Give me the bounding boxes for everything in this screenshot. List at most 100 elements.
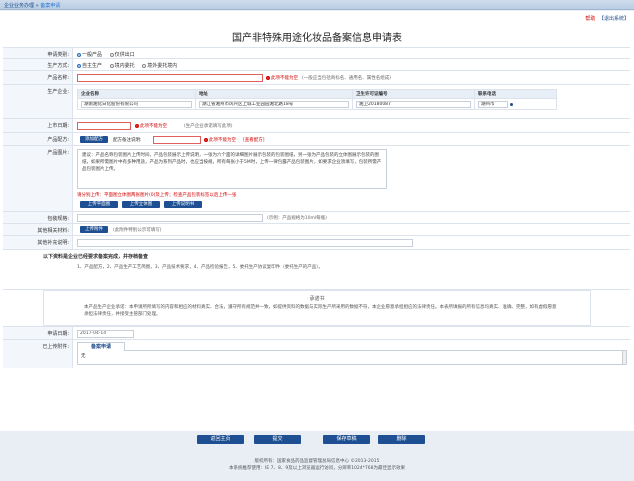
breadcrumb: 企业业务办理 » 备案申请 [4, 2, 60, 9]
submit-button[interactable]: 提交 [254, 435, 301, 444]
packaging-red-tip: 请分别上传：平面图立体图两张图片(0)及上传；检查产品包装标签以后上传一张 [77, 193, 237, 198]
dot-icon [510, 102, 513, 106]
row-apply-type: 申请类别: 一般产品 仅供出口 [3, 48, 630, 59]
spec-input[interactable] [77, 214, 263, 222]
spec-label: 包装规格: [47, 216, 69, 222]
company-name-cell[interactable]: 湖南湘化日化股份有限公司 [81, 100, 192, 108]
launch-date-hint: (生产企业承诺填写此项) [184, 124, 233, 129]
row-production: 生产方式: 自主生产 境内委托 境外委托境内 [3, 59, 630, 71]
apply-date-input[interactable]: 2017-04-14 [77, 330, 134, 338]
required-docs-heading: 以下资料是企业已经要求备案完成，并存档备查 [43, 254, 149, 260]
license-cell[interactable]: 湘卫20180087 [356, 100, 471, 108]
back-home-button[interactable]: 返回主页 [197, 435, 244, 444]
row-other-note: 其他补充说明: [3, 236, 630, 250]
promise-box: 承诺书 本产品生产企业承诺：本申请所所填写的内容和相应的材料真实、合法，遵守所有… [43, 290, 591, 326]
production-option-overseas[interactable]: 境外委托境内 [142, 62, 177, 69]
tab-filing-application[interactable]: 备案申请 [77, 342, 125, 351]
upload-flat-image-button[interactable]: 上传平面图 [80, 201, 118, 208]
row-promise: 承诺书 本产品生产企业承诺：本申请所所填写的内容和相应的材料真实、合法，遵守所有… [3, 290, 630, 327]
row-other-material: 其他相关材料: 上传附件 (此附件特别公示可填写) [3, 224, 630, 236]
row-manufacturer: 生产企业: 企业名称 地址 卫生许可证编号 联系电话 湖南湘化日化股份有限公司 … [3, 85, 630, 119]
upload-attachment-button[interactable]: 上传附件 [80, 226, 108, 233]
promise-body: 本产品生产企业承诺：本申请所所填写的内容和相应的材料真实、合法，遵守所有规范并一… [84, 305, 557, 317]
row-apply-date: 申请日期: 2017-04-14 [3, 327, 630, 340]
address-cell[interactable]: 湖江省湘州市风兴区上城工业园园湘北路18号 [199, 100, 349, 108]
required-docs-items: 1、产品配方，2、产品生产工艺简图，3、产品技术要求，4、产品检验报告，5、委托… [77, 265, 324, 270]
row-spec: 包装规格: (示例：产品规格为10ml每瓶) [3, 212, 630, 224]
apply-date-label: 申请日期: [47, 331, 69, 337]
radio-icon[interactable] [109, 52, 114, 57]
row-launch-date: 上市日期: ! 此项不能为空 (生产企业承诺填写此项) [3, 119, 630, 133]
apply-type-option-export[interactable]: 仅供出口 [109, 51, 135, 58]
launch-date-error: ! 此项不能为空 [135, 123, 167, 129]
error-icon: ! [204, 137, 208, 142]
other-note-input[interactable] [77, 239, 413, 247]
formula-error: ! 此项不能为空 [204, 137, 236, 143]
other-material-hint: (此附件特别公示可填写) [113, 228, 162, 233]
radio-selected-icon[interactable] [77, 63, 81, 68]
footer-browser-note: 本系统推荐使用：IE 7、8、9及以上浏览器运行访问，分辨率1024*768为最… [229, 466, 405, 471]
manufacturer-table: 企业名称 地址 卫生许可证编号 联系电话 湖南湘化日化股份有限公司 湖江省湘州市… [77, 89, 557, 110]
promise-title: 承诺书 [309, 296, 325, 302]
product-name-error: ! 此项不能为空 [266, 75, 298, 81]
product-name-hint: (一般应当包括商标名、通用名、属性名组成) [302, 76, 392, 81]
formula-name-input[interactable] [153, 136, 201, 144]
radio-icon[interactable] [142, 63, 147, 68]
error-icon: ! [135, 123, 139, 128]
production-option-domestic[interactable]: 境内委托 [109, 62, 135, 69]
row-product-name: 产品名称: ! 此项不能为空 (一般应当包括商标名、通用名、属性名组成) [3, 71, 630, 85]
footer: 版权所有：国家食品药品监督管理总局信息中心 ©2013-2015 本系统推荐使用… [0, 458, 634, 472]
table-row: 湖南湘化日化股份有限公司 湖江省湘州市风兴区上城工业园园湘北路18号 湘卫201… [77, 98, 557, 110]
formula-label: 产品配方: [47, 137, 69, 143]
uploaded-content: 无 [81, 354, 86, 359]
uploaded-pane: 无 [77, 350, 627, 365]
uploaded-label: 已上传附件: [42, 344, 69, 350]
column-header: 卫生许可证编号 [352, 89, 475, 99]
apply-type-option-general[interactable]: 一般产品 [77, 51, 102, 58]
error-icon: ! [266, 75, 270, 80]
application-form: 申请类别: 一般产品 仅供出口 生产方式: 自主生产 境内委托 境外委托境内 产… [3, 47, 630, 368]
apply-type-label: 申请类别: [47, 52, 69, 58]
spec-hint: (示例：产品规格为10ml每瓶) [267, 216, 327, 221]
upload-manual-button[interactable]: 上传说明书 [164, 201, 202, 208]
packaging-description: 建议：产品名称包装图片上传时间，产品包装展示上传说明，一张为六个面的详细图片展示… [77, 149, 387, 189]
radio-selected-icon[interactable] [77, 52, 81, 57]
launch-date-input[interactable] [77, 122, 131, 130]
radio-icon[interactable] [109, 63, 114, 68]
manufacturer-label: 生产企业: [47, 89, 69, 95]
packaging-label: 产品图片: [47, 150, 69, 156]
column-header: 联系电话 [474, 89, 557, 99]
logout-link[interactable]: 【退出系统】 [599, 16, 629, 22]
formula-name-label: 配方备注说明: [113, 138, 142, 143]
breadcrumb-prefix: 企业业务办理 » [4, 3, 41, 9]
row-packaging: 产品图片: 建议：产品名称包装图片上传时间，产品包装展示上传说明，一张为六个面的… [3, 146, 630, 212]
production-label: 生产方式: [47, 63, 69, 69]
product-name-label: 产品名称: [47, 75, 69, 81]
view-formula-link[interactable]: [查看配方] [243, 137, 265, 143]
footer-copyright: 版权所有：国家食品药品监督管理总局信息中心 ©2013-2015 [254, 459, 380, 464]
phone-cell[interactable]: 湖州市 [478, 100, 508, 108]
table-header-row: 企业名称 地址 卫生许可证编号 联系电话 [77, 89, 557, 99]
upload-3d-image-button[interactable]: 上传立体图 [122, 201, 160, 208]
top-links: 帮助 【退出系统】 [585, 15, 629, 22]
breadcrumb-bar: 企业业务办理 » 备案申请 [0, 0, 634, 10]
other-material-label: 其他相关材料: [37, 228, 69, 234]
launch-date-label: 上市日期: [47, 123, 69, 129]
other-note-label: 其他补充说明: [37, 240, 69, 246]
action-bar: 返回主页 提交 保存草稿 删除 [0, 435, 634, 449]
breadcrumb-current[interactable]: 备案申请 [40, 3, 60, 9]
column-header: 企业名称 [77, 89, 196, 99]
page-title: 国产非特殊用途化妆品备案信息申请表 [232, 33, 402, 44]
delete-button[interactable]: 删除 [378, 435, 425, 444]
row-formula: 产品配方: 添加配方 配方备注说明: ! 此项不能为空 [查看配方] [3, 133, 630, 146]
column-header: 地址 [195, 89, 353, 99]
row-uploaded: 已上传附件: 无 备案申请 [3, 340, 630, 368]
save-draft-button[interactable]: 保存草稿 [323, 435, 370, 444]
product-name-input[interactable] [77, 74, 263, 82]
add-formula-button[interactable]: 添加配方 [80, 136, 108, 143]
help-link[interactable]: 帮助 [585, 16, 595, 22]
uploaded-tabs: 无 备案申请 [77, 342, 627, 366]
row-required-docs: 以下资料是企业已经要求备案完成，并存档备查 1、产品配方，2、产品生产工艺简图，… [3, 250, 630, 290]
production-option-self[interactable]: 自主生产 [77, 62, 102, 69]
pane-scrollbar[interactable] [622, 351, 626, 364]
